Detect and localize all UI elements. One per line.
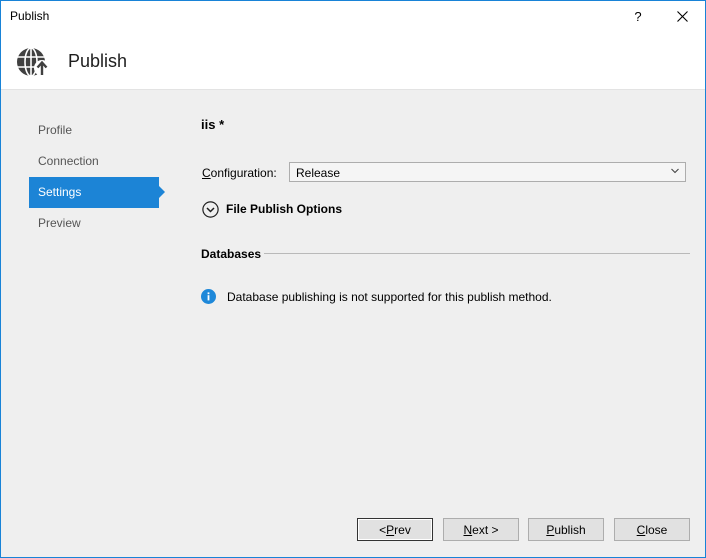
prev-button-pre: < (379, 522, 387, 537)
expand-chevron-icon (202, 200, 219, 218)
close-icon (676, 10, 688, 22)
prev-button-mnemonic: P (386, 522, 395, 537)
nav-item-profile[interactable]: Profile (29, 115, 169, 146)
title-bar: Publish ? (1, 1, 705, 31)
nav-item-preview[interactable]: Preview (29, 208, 169, 239)
header-title: Publish (68, 51, 128, 71)
publish-button-mnemonic: P (546, 522, 555, 537)
window-title: Publish (10, 9, 50, 23)
dialog-header: Publish (1, 31, 705, 90)
next-button-post: ext > (472, 522, 499, 537)
configuration-label-text: onfiguration: (210, 166, 277, 180)
profile-name: iis * (201, 117, 225, 132)
prev-button-post: rev (394, 522, 411, 537)
prev-button[interactable]: < Prev (357, 518, 433, 541)
file-publish-options-label: File Publish Options (226, 202, 343, 216)
publish-button-post: ublish (554, 522, 586, 537)
configuration-label: Configuration: (202, 166, 277, 180)
configuration-label-mnemonic: C (202, 166, 211, 180)
next-button-mnemonic: N (463, 522, 473, 537)
nav-item-settings[interactable]: Settings (29, 177, 165, 208)
next-button[interactable]: Next > (443, 518, 519, 541)
wizard-nav: Profile Connection Settings Preview (29, 115, 169, 239)
publish-button[interactable]: Publish (528, 518, 604, 541)
close-button[interactable]: Close (614, 518, 690, 541)
configuration-select[interactable]: Release (289, 162, 686, 182)
file-publish-options-expander[interactable]: File Publish Options (202, 200, 342, 218)
database-info-message: Database publishing is not supported for… (227, 290, 552, 304)
databases-divider (264, 253, 690, 254)
publish-dialog: Publish ? Publish Profile Connection Set… (0, 0, 706, 558)
chevron-down-icon (671, 168, 679, 174)
close-window-button[interactable] (667, 1, 697, 31)
close-button-post: lose (645, 522, 668, 537)
info-icon (201, 289, 216, 304)
close-button-mnemonic: C (636, 522, 646, 537)
globe-publish-icon (17, 47, 50, 77)
nav-item-connection[interactable]: Connection (29, 146, 169, 177)
help-button[interactable]: ? (623, 1, 653, 31)
configuration-value: Release (296, 166, 341, 180)
databases-heading: Databases (201, 247, 262, 261)
